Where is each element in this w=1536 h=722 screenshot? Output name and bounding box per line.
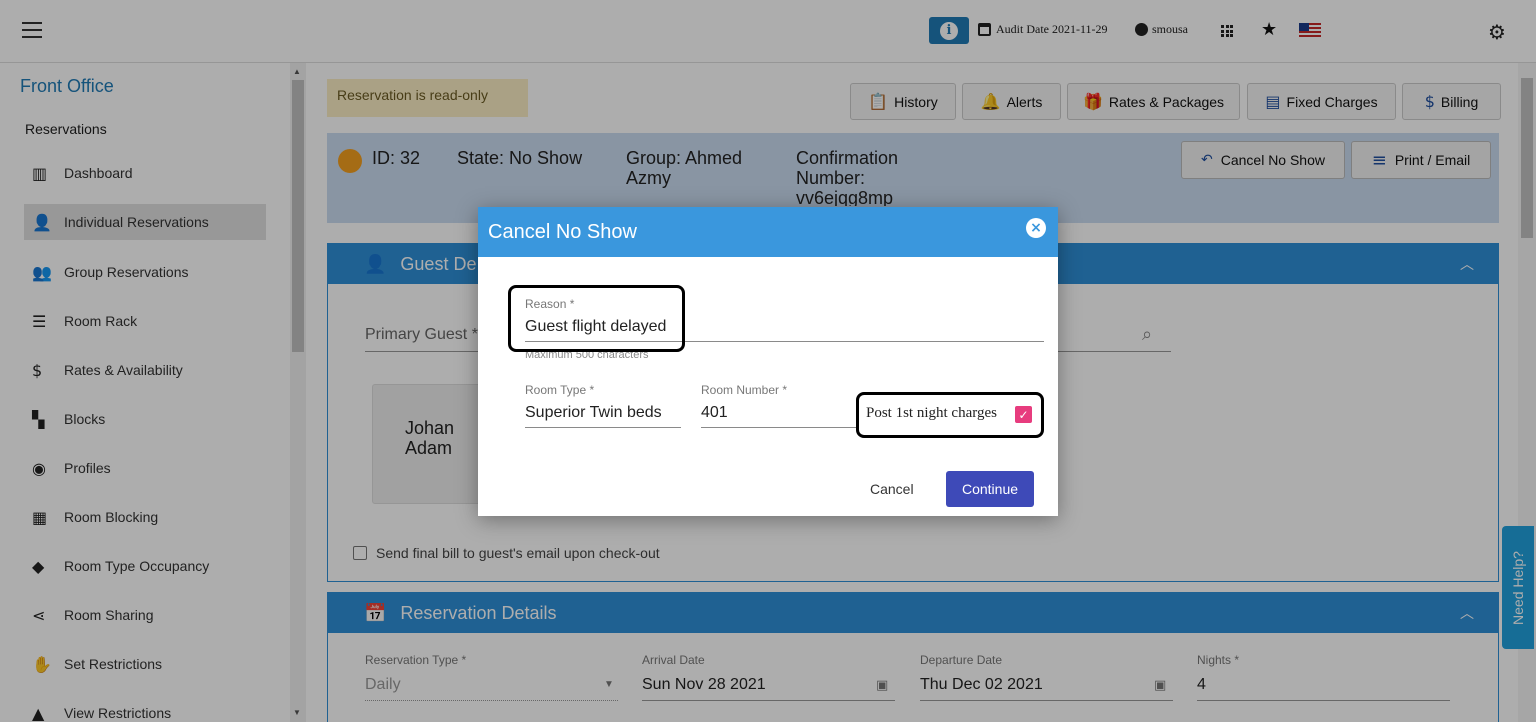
room-number-label: Room Number * <box>701 383 788 397</box>
continue-button[interactable]: Continue <box>946 471 1034 507</box>
room-type-input[interactable]: Superior Twin beds <box>525 404 662 422</box>
room-number-input[interactable]: 401 <box>701 404 728 422</box>
cancel-no-show-dialog: Cancel No Show × <box>478 207 1058 516</box>
room-type-label: Room Type * <box>525 383 595 397</box>
dialog-header: Cancel No Show × <box>478 207 1058 257</box>
room-number-underline <box>701 427 857 428</box>
reason-highlight <box>508 285 685 352</box>
room-type-underline <box>525 427 681 428</box>
close-icon[interactable]: × <box>1026 218 1046 238</box>
dialog-title: Cancel No Show <box>488 221 637 243</box>
cancel-button[interactable]: Cancel <box>870 481 914 497</box>
post-charges-highlight <box>856 392 1044 438</box>
